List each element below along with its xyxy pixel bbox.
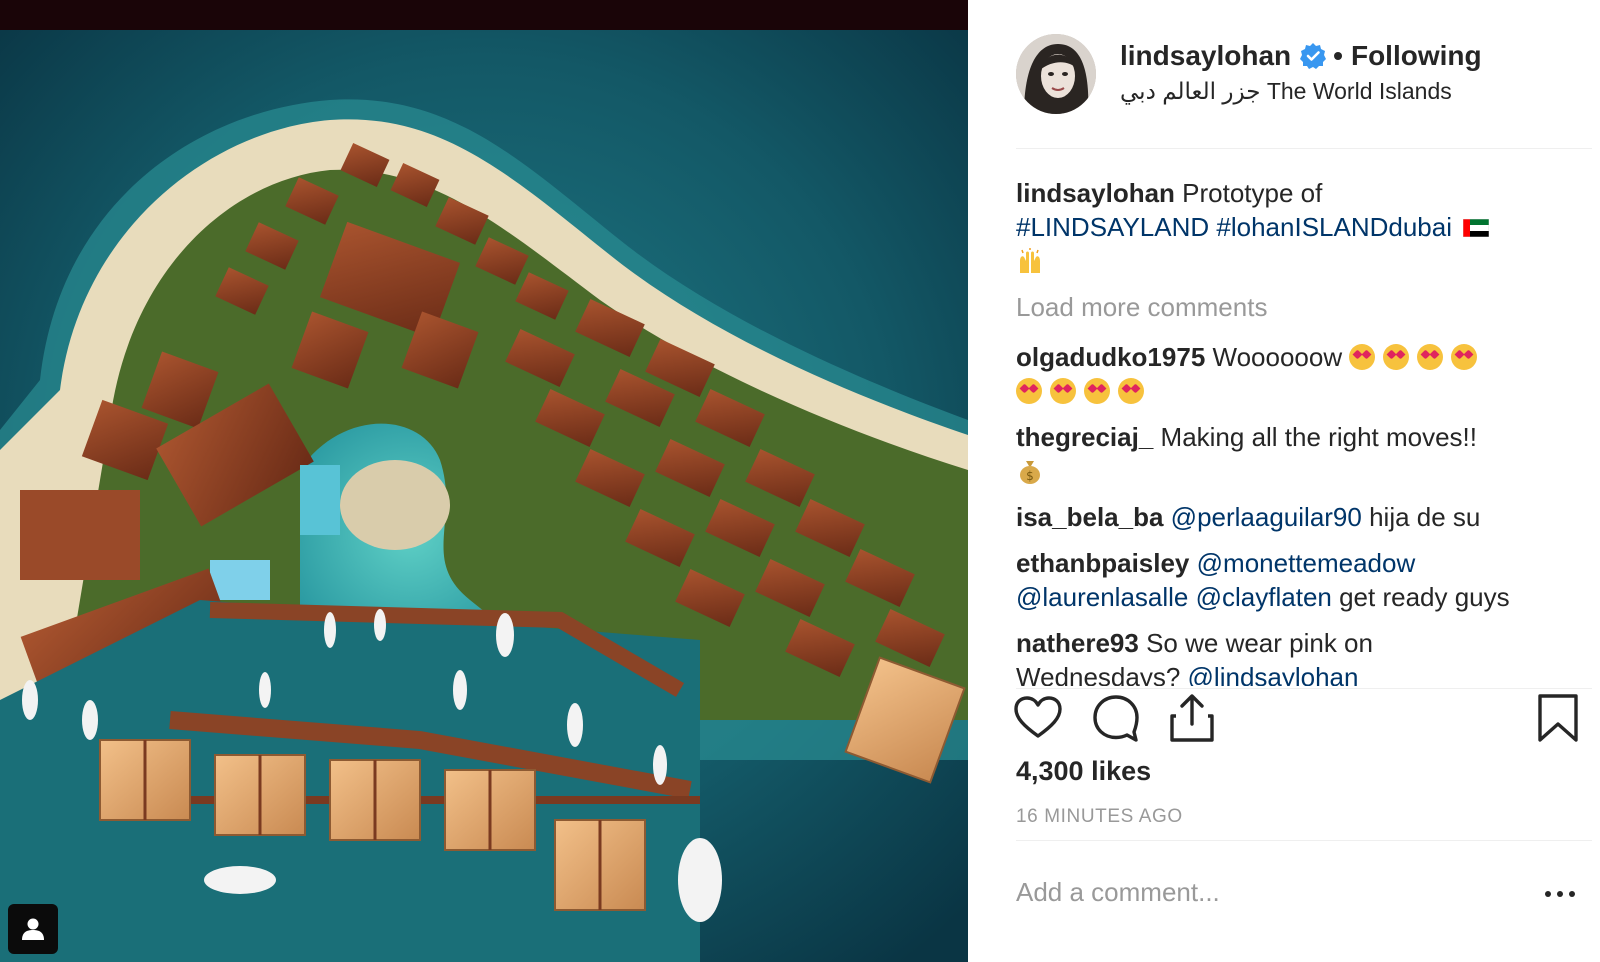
comment-text: hija de su	[1369, 502, 1481, 532]
heart-eyes-emoji-icon	[1016, 378, 1042, 404]
heart-eyes-emoji-icon	[1084, 378, 1110, 404]
heart-eyes-emoji-icon	[1118, 378, 1144, 404]
comment-text: get ready guys	[1339, 582, 1510, 612]
comment-text: So we wear pink on	[1146, 628, 1373, 658]
hashtag-link[interactable]: #LINDSAYLAND	[1016, 212, 1209, 242]
action-bar	[1012, 692, 1592, 748]
comment-text: Woooooow	[1212, 342, 1343, 372]
money-bag-emoji-icon: $	[1020, 461, 1040, 484]
comment-item: nathere93 So we wear pink on Wednesdays?…	[1016, 626, 1576, 686]
heart-icon[interactable]	[1012, 692, 1064, 744]
share-icon[interactable]	[1166, 692, 1218, 744]
mention-link[interactable]: @lindsaylohan	[1188, 662, 1359, 686]
heart-eyes-emoji-icon	[1050, 378, 1076, 404]
header-divider	[1016, 148, 1592, 149]
svg-text:$: $	[1026, 469, 1034, 483]
comment-item: thegreciaj_ Making all the right moves!!…	[1016, 420, 1576, 488]
following-button[interactable]: Following	[1351, 40, 1482, 72]
uae-flag-emoji-icon	[1463, 219, 1490, 237]
bookmark-icon[interactable]	[1532, 692, 1584, 744]
mention-link[interactable]: @monettemeadow	[1197, 548, 1416, 578]
add-comment-input[interactable]	[1016, 864, 1516, 920]
caption-text: Prototype of	[1182, 178, 1323, 208]
comment-username[interactable]: isa_bela_ba	[1016, 502, 1163, 532]
post-timestamp: 16 MINUTES AGO	[1016, 806, 1183, 827]
comment-text-continued: Wednesdays?	[1016, 662, 1181, 686]
username-link[interactable]: lindsaylohan	[1120, 40, 1291, 72]
post-photo[interactable]	[0, 0, 968, 962]
separator-dot: •	[1333, 40, 1343, 71]
likes-count[interactable]: 4,300 likes	[1016, 756, 1151, 787]
avatar-image	[1016, 34, 1096, 114]
header-user-row: lindsaylohan • Following	[1120, 40, 1482, 72]
post-header: lindsaylohan • Following جزر العالم دبي …	[1016, 34, 1576, 114]
comment-text: Making all the right moves!!	[1160, 422, 1477, 452]
user-tags-button[interactable]	[8, 904, 58, 954]
heart-eyes-emoji-icon	[1349, 344, 1376, 370]
comment-username[interactable]: olgadudko1975	[1016, 342, 1205, 372]
caption-username[interactable]: lindsaylohan	[1016, 178, 1175, 208]
caption: lindsaylohan Prototype of #LINDSAYLAND #…	[1016, 176, 1576, 278]
mention-link[interactable]: @clayflaten	[1196, 582, 1332, 612]
island-resort-image	[0, 0, 968, 962]
comments-divider	[1016, 688, 1592, 689]
comment-item: ethanbpaisley @monettemeadow @laurenlasa…	[1016, 546, 1576, 614]
post-details-panel: lindsaylohan • Following جزر العالم دبي …	[968, 0, 1600, 962]
load-more-comments-button[interactable]: Load more comments	[1016, 290, 1576, 324]
comment-username[interactable]: ethanbpaisley	[1016, 548, 1189, 578]
raised-hands-emoji-icon	[1020, 248, 1040, 273]
location-link[interactable]: جزر العالم دبي The World Islands	[1120, 78, 1452, 105]
heart-eyes-emoji-icon	[1383, 344, 1410, 370]
speech-bubble-icon[interactable]	[1090, 692, 1142, 744]
comment-username[interactable]: nathere93	[1016, 628, 1139, 658]
hashtag-link[interactable]: #lohanISLANDdubai	[1216, 212, 1452, 242]
comment-username[interactable]: thegreciaj_	[1016, 422, 1153, 452]
more-options-icon[interactable]	[1542, 884, 1578, 904]
mention-link[interactable]: @perlaaguilar90	[1171, 502, 1362, 532]
comments-section[interactable]: lindsaylohan Prototype of #LINDSAYLAND #…	[1016, 176, 1576, 686]
user-tag-icon	[22, 918, 44, 940]
mention-link[interactable]: @laurenlasalle	[1016, 582, 1188, 612]
avatar[interactable]	[1016, 34, 1096, 114]
verified-badge-icon	[1300, 43, 1327, 69]
footer-divider	[1016, 840, 1592, 841]
comment-item: olgadudko1975 Woooooow	[1016, 340, 1576, 408]
comment-item: isa_bela_ba @perlaaguilar90 hija de su	[1016, 500, 1576, 534]
heart-eyes-emoji-icon	[1451, 344, 1478, 370]
heart-eyes-emoji-icon	[1417, 344, 1444, 370]
